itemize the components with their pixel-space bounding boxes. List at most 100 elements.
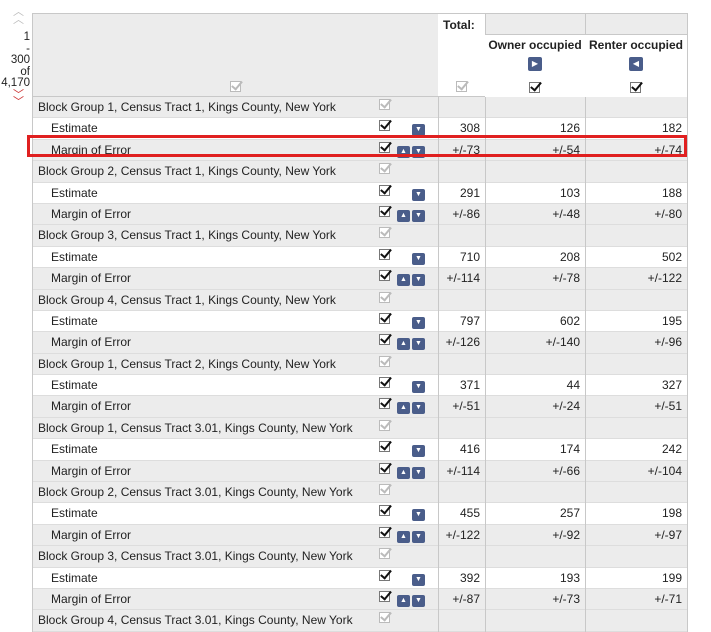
- reorder-controls: ▼: [412, 316, 427, 331]
- reorder-controls: ▼: [412, 252, 427, 267]
- row-label: Margin of Error: [51, 463, 132, 478]
- move-down-icon[interactable]: ▼: [412, 188, 425, 201]
- renter-value: +/-80: [654, 206, 682, 221]
- owner-value: 174: [559, 442, 580, 457]
- row-checkbox[interactable]: [379, 526, 390, 538]
- owner-value: +/-92: [552, 527, 580, 542]
- row-checkbox[interactable]: [379, 184, 390, 196]
- row-checkbox[interactable]: [379, 612, 390, 624]
- reorder-controls: ▼: [412, 188, 427, 203]
- move-up-icon[interactable]: ▲: [397, 530, 410, 543]
- row-checkbox[interactable]: [379, 334, 390, 346]
- row-checkbox[interactable]: [379, 419, 390, 431]
- group-row: Block Group 1, Census Tract 3.01, Kings …: [33, 417, 687, 440]
- scroll-up-icon[interactable]: ︿ ︿: [0, 7, 30, 26]
- row-checkbox[interactable]: [379, 291, 390, 303]
- total-value: +/-126: [445, 335, 480, 350]
- row-checkbox[interactable]: [379, 505, 390, 517]
- scroll-down-icon[interactable]: ﹀ ﹀: [0, 89, 30, 107]
- renter-occupied-header: Renter occupied: [588, 38, 684, 52]
- pager-total: 4,170: [1, 77, 30, 89]
- move-up-icon[interactable]: ▲: [397, 338, 410, 351]
- total-value: 455: [459, 506, 480, 521]
- row-checkbox[interactable]: [379, 120, 390, 132]
- row-label: Margin of Error: [51, 142, 132, 157]
- move-left-icon[interactable]: ◀: [629, 57, 643, 71]
- table-row: Margin of Error ▲ ▼ +/-114 +/-78 +/-122: [33, 268, 687, 290]
- group-label: Block Group 2, Census Tract 1, Kings Cou…: [38, 164, 336, 179]
- group-label: Block Group 1, Census Tract 1, Kings Cou…: [38, 100, 336, 114]
- move-up-icon[interactable]: ▲: [397, 402, 410, 415]
- select-all-rows-checkbox[interactable]: [229, 81, 241, 92]
- move-up-icon[interactable]: ▲: [397, 274, 410, 287]
- row-checkbox[interactable]: [379, 569, 390, 581]
- row-checkbox[interactable]: [379, 590, 390, 602]
- row-label: Margin of Error: [51, 399, 132, 414]
- move-down-icon[interactable]: ▼: [412, 338, 425, 351]
- reorder-controls: ▲ ▼: [397, 145, 427, 160]
- move-down-icon[interactable]: ▼: [412, 316, 425, 329]
- row-checkbox[interactable]: [379, 163, 390, 175]
- row-checkbox[interactable]: [379, 227, 390, 239]
- move-down-icon[interactable]: ▼: [412, 381, 425, 394]
- row-checkbox[interactable]: [379, 462, 390, 474]
- reorder-controls: ▼: [412, 509, 427, 523]
- move-down-icon[interactable]: ▼: [412, 402, 425, 415]
- move-down-icon[interactable]: ▼: [412, 509, 425, 522]
- move-down-icon[interactable]: ▼: [412, 274, 425, 287]
- move-up-icon[interactable]: ▲: [397, 594, 410, 607]
- move-down-icon[interactable]: ▼: [412, 145, 425, 158]
- row-checkbox[interactable]: [379, 484, 390, 496]
- row-label: Estimate: [51, 378, 98, 393]
- renter-value: 182: [661, 121, 682, 136]
- reorder-controls: ▼: [412, 573, 427, 588]
- move-up-icon[interactable]: ▲: [397, 209, 410, 222]
- move-down-icon[interactable]: ▼: [412, 252, 425, 265]
- renter-column-checkbox[interactable]: [630, 82, 641, 93]
- row-checkbox[interactable]: [379, 99, 390, 110]
- row-checkbox[interactable]: [379, 548, 390, 560]
- group-row: Block Group 4, Census Tract 3.01, Kings …: [33, 610, 687, 632]
- owner-value: 602: [559, 313, 580, 328]
- move-down-icon[interactable]: ▼: [412, 594, 425, 607]
- table-row: Estimate ▼ 291 103 188: [33, 183, 687, 204]
- total-value: +/-114: [446, 271, 480, 286]
- move-up-icon[interactable]: ▲: [397, 466, 410, 479]
- table-row: Estimate ▼ 392 193 199: [33, 568, 687, 589]
- move-down-icon[interactable]: ▼: [412, 209, 425, 222]
- row-checkbox[interactable]: [379, 441, 390, 453]
- move-down-icon[interactable]: ▼: [412, 445, 425, 458]
- total-column-checkbox[interactable]: [455, 81, 467, 92]
- total-header: Total:: [443, 18, 475, 32]
- renter-value: +/-71: [654, 591, 682, 606]
- owner-value: 103: [559, 185, 580, 200]
- move-up-icon[interactable]: ▲: [397, 145, 410, 158]
- renter-value: +/-74: [654, 142, 682, 157]
- row-checkbox[interactable]: [379, 377, 390, 389]
- owner-value: +/-48: [552, 206, 580, 221]
- move-down-icon[interactable]: ▼: [412, 573, 425, 586]
- total-value: +/-114: [446, 463, 480, 478]
- header-label-column: [33, 14, 439, 96]
- row-checkbox[interactable]: [379, 355, 390, 367]
- move-right-icon[interactable]: ▶: [528, 57, 542, 71]
- owner-value: +/-54: [552, 142, 580, 157]
- row-checkbox[interactable]: [379, 398, 390, 410]
- header-total-column: Total:: [438, 14, 486, 96]
- table-row: Estimate ▼ 797 602 195: [33, 311, 687, 333]
- row-checkbox[interactable]: [379, 205, 390, 217]
- group-label: Block Group 1, Census Tract 3.01, Kings …: [38, 420, 353, 435]
- move-down-icon[interactable]: ▼: [412, 466, 425, 479]
- row-label: Estimate: [51, 185, 98, 200]
- renter-value: 502: [661, 249, 682, 264]
- group-label: Block Group 3, Census Tract 1, Kings Cou…: [38, 228, 336, 243]
- owner-column-checkbox[interactable]: [529, 82, 540, 93]
- reorder-controls: ▲ ▼: [397, 466, 427, 481]
- row-checkbox[interactable]: [379, 141, 390, 153]
- row-checkbox[interactable]: [379, 270, 390, 282]
- move-down-icon[interactable]: ▼: [412, 530, 425, 543]
- move-down-icon[interactable]: ▼: [412, 124, 425, 137]
- total-value: 416: [459, 442, 480, 457]
- row-checkbox[interactable]: [379, 312, 390, 324]
- row-checkbox[interactable]: [379, 248, 390, 260]
